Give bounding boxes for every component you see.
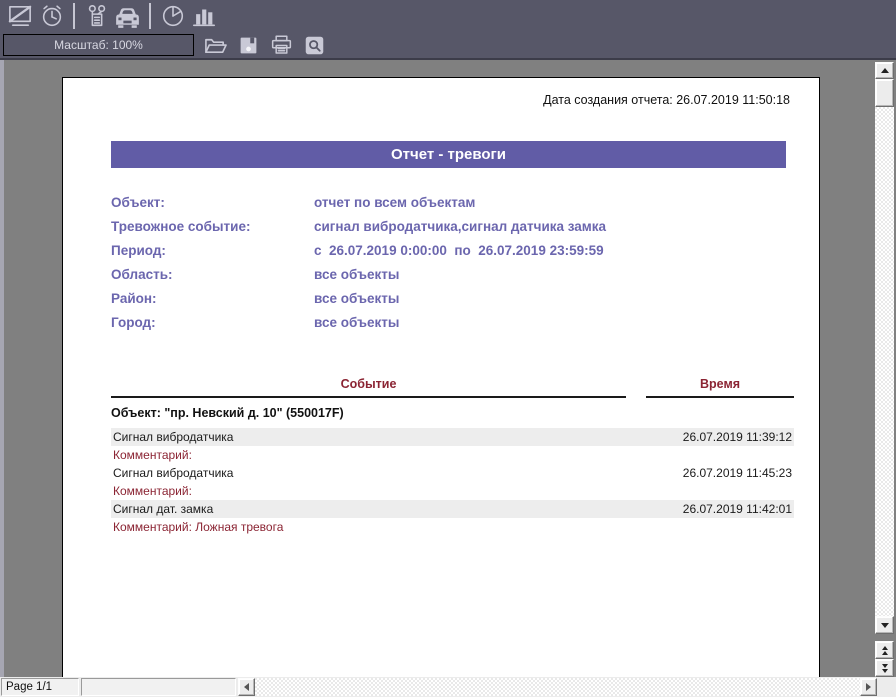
open-folder-icon [204, 34, 227, 57]
bar-chart-icon [190, 3, 218, 29]
page-indicator: Page 1/1 [1, 678, 79, 696]
double-down-arrow-icon [882, 664, 888, 673]
previous-page-button[interactable] [875, 641, 894, 659]
page-indicator-label: Page 1/1 [6, 681, 52, 693]
param-value: все объекты [314, 291, 399, 306]
status-bar: Page 1/1 [0, 677, 896, 697]
event-column-header: Событие [111, 377, 626, 398]
scroll-right-button[interactable] [860, 678, 877, 696]
comment-row: Комментарий: [111, 482, 794, 500]
scroll-left-button[interactable] [238, 678, 255, 696]
vertical-scrollbar-track[interactable] [875, 107, 894, 616]
toolbar-row-1 [0, 0, 896, 32]
param-value: сигнал вибродатчика,сигнал датчика замка [314, 219, 606, 234]
scale-label: Масштаб: 100% [54, 38, 143, 52]
param-value: все объекты [314, 315, 399, 330]
report-params: Объект: отчет по всем объектам Тревожное… [111, 190, 606, 334]
report-viewport: Дата создания отчета: 26.07.2019 11:50:1… [0, 58, 896, 677]
param-label: Город: [111, 315, 314, 330]
toolbar: Масштаб: 100% [0, 0, 896, 58]
monitor-off-button[interactable] [5, 2, 36, 31]
report-title: Отчет - тревоги [391, 146, 506, 163]
car-icon [112, 4, 143, 29]
vertical-scrollbar-thumb[interactable] [875, 79, 894, 107]
table-header: Событие Время [111, 377, 794, 398]
search-icon [304, 35, 325, 56]
scroll-up-button[interactable] [875, 62, 894, 79]
time-cell: 26.07.2019 11:39:12 [683, 430, 792, 444]
event-rows: Сигнал вибродатчика 26.07.2019 11:39:12 … [111, 428, 794, 536]
param-label: Объект: [111, 195, 314, 210]
left-edge-strip [0, 60, 4, 677]
param-row: Период: с 26.07.2019 0:00:00 по 26.07.20… [111, 238, 606, 262]
table-row: Сигнал дат. замка 26.07.2019 11:42:01 [111, 500, 794, 518]
alarm-clock-button[interactable] [36, 2, 67, 31]
scroll-down-button[interactable] [875, 616, 894, 634]
time-cell: 26.07.2019 11:45:23 [683, 466, 792, 480]
param-value: отчет по всем объектам [314, 195, 475, 210]
param-row: Район: все объекты [111, 286, 606, 310]
vertical-scrollbar[interactable] [875, 62, 894, 677]
double-up-arrow-icon [882, 646, 888, 655]
event-cell: Сигнал вибродатчика [113, 430, 233, 444]
report-title-bar: Отчет - тревоги [111, 141, 786, 168]
param-row: Объект: отчет по всем объектам [111, 190, 606, 214]
down-arrow-icon [881, 623, 889, 628]
car-button[interactable] [112, 2, 143, 31]
save-icon [238, 35, 259, 56]
time-cell: 26.07.2019 11:42:01 [683, 502, 792, 516]
left-arrow-icon [244, 683, 249, 691]
param-label: Тревожное событие: [111, 219, 314, 234]
recorder-icon [84, 3, 110, 29]
status-panel-empty [81, 678, 236, 696]
comment-row: Комментарий: Ложная тревога [111, 518, 794, 536]
param-row: Область: все объекты [111, 262, 606, 286]
open-report-button[interactable] [203, 33, 227, 57]
param-row: Тревожное событие: сигнал вибродатчика,с… [111, 214, 606, 238]
table-row: Сигнал вибродатчика 26.07.2019 11:45:23 [111, 464, 794, 482]
event-cell: Сигнал вибродатчика [113, 466, 233, 480]
param-row: Город: все объекты [111, 310, 606, 334]
comment-row: Комментарий: [111, 446, 794, 464]
pie-chart-icon [160, 3, 186, 29]
bar-chart-button[interactable] [188, 2, 219, 31]
param-label: Область: [111, 267, 314, 282]
pie-chart-button[interactable] [157, 2, 188, 31]
toolbar-divider [73, 3, 75, 29]
param-label: Район: [111, 291, 314, 306]
print-icon [270, 34, 293, 57]
horizontal-scrollbar-track[interactable] [255, 678, 860, 696]
preview-search-button[interactable] [302, 33, 326, 57]
monitor-off-icon [7, 3, 34, 30]
param-value: с 26.07.2019 0:00:00 по 26.07.2019 23:59… [314, 243, 604, 258]
print-report-button[interactable] [269, 33, 293, 57]
column-gap [626, 377, 646, 398]
report-created-date: Дата создания отчета: 26.07.2019 11:50:1… [543, 93, 790, 107]
alarm-clock-icon [39, 3, 65, 29]
right-arrow-icon [866, 683, 871, 691]
param-value: все объекты [314, 267, 399, 282]
toolbar-divider [149, 3, 151, 29]
next-page-button[interactable] [875, 659, 894, 677]
save-report-button[interactable] [236, 33, 260, 57]
report-viewer-window: Масштаб: 100% [0, 0, 896, 697]
toolbar-row-2 [203, 32, 326, 58]
recorder-button[interactable] [81, 2, 112, 31]
up-arrow-icon [881, 68, 889, 73]
object-group-title: Объект: "пр. Невский д. 10" (550017F) [111, 406, 344, 420]
horizontal-scrollbar[interactable] [238, 678, 877, 696]
event-cell: Сигнал дат. замка [113, 502, 213, 516]
time-column-header: Время [646, 377, 794, 398]
param-label: Период: [111, 243, 314, 258]
report-page: Дата создания отчета: 26.07.2019 11:50:1… [62, 77, 820, 677]
table-row: Сигнал вибродатчика 26.07.2019 11:39:12 [111, 428, 794, 446]
scrollbar-gap [875, 634, 894, 641]
scale-indicator: Масштаб: 100% [3, 34, 194, 56]
